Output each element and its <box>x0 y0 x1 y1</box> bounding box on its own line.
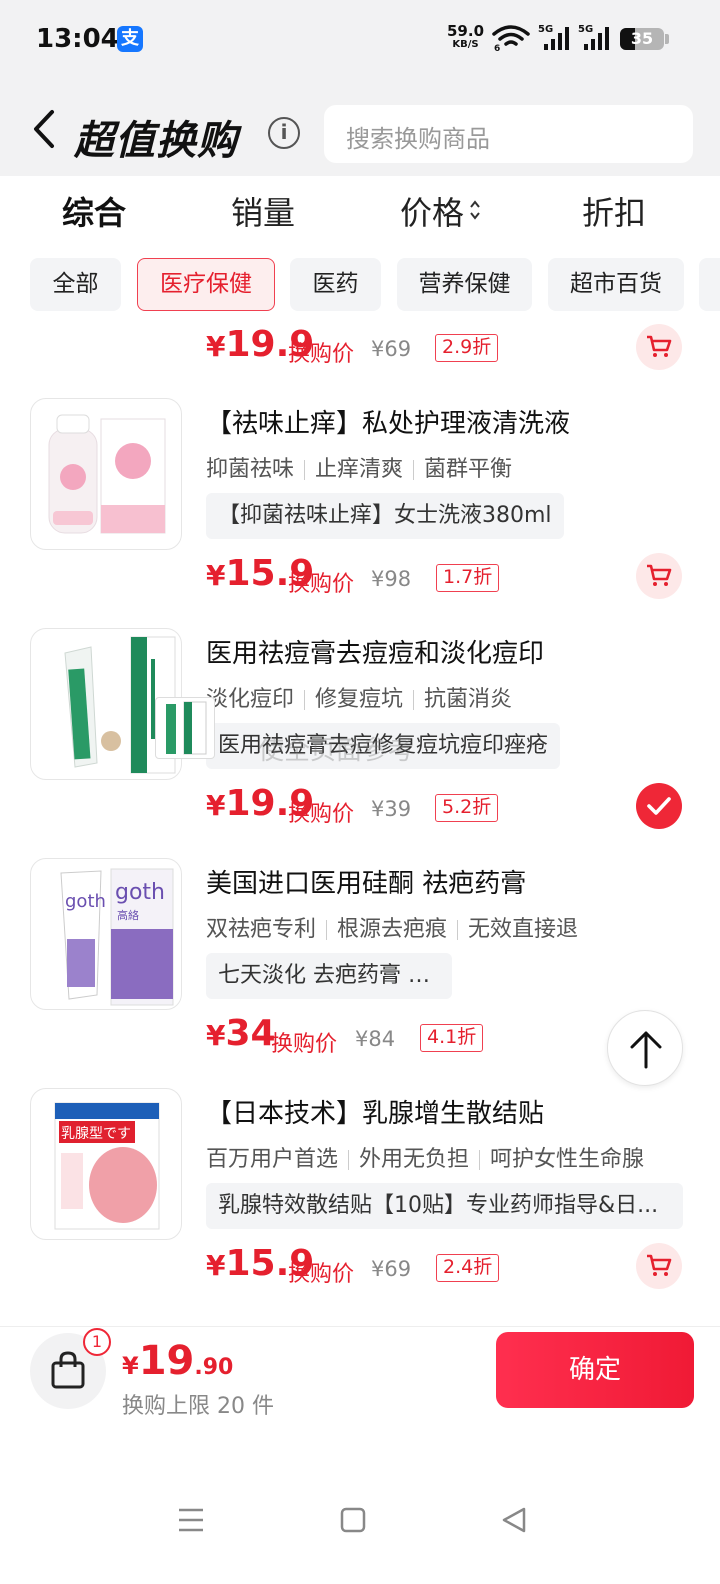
price-label: 换购价 <box>288 342 355 367</box>
original-price: ¥39 <box>371 797 412 821</box>
patch-text: 乳腺型です <box>61 1126 131 1142</box>
cart-count-badge: 1 <box>83 1328 111 1356</box>
product-image[interactable] <box>30 398 182 550</box>
back-nav-icon[interactable] <box>500 1506 528 1534</box>
discount-badge: 1.7折 <box>436 564 500 592</box>
product-title[interactable]: 【祛味止痒】私处护理液清洗液 <box>206 403 570 440</box>
price-label: 换购价 <box>271 1032 338 1057</box>
cart-icon <box>647 335 672 357</box>
product-price: ¥34 <box>206 1013 276 1054</box>
brand-text: goth <box>115 880 165 905</box>
product-title[interactable]: 【日本技术】乳腺增生散结贴 <box>206 1093 544 1130</box>
network-speed: 59.0 KB/S <box>447 22 485 51</box>
signal-icon-1: 5G <box>538 24 572 56</box>
add-to-cart-button[interactable] <box>636 553 682 599</box>
signal-icon-2: 5G <box>578 24 612 56</box>
system-nav-bar <box>0 1426 720 1584</box>
product-title[interactable]: 医用祛痘膏去痘痘和淡化痘印 <box>206 633 544 670</box>
price-label: 换购价 <box>288 802 355 827</box>
product-tags: 双祛疤专利 根源去疤痕 无效直接退 <box>206 917 579 942</box>
status-time: 13:04 <box>36 24 119 54</box>
check-icon <box>647 797 671 815</box>
product-image[interactable]: goth 高絡 goth <box>30 858 182 1010</box>
discount-badge: 4.1折 <box>420 1024 484 1052</box>
battery-cap <box>665 34 669 44</box>
original-price: ¥69 <box>371 1257 412 1281</box>
product-desc: 乳腺特效散结贴【10贴】专业药师指导&日... <box>206 1183 683 1229</box>
add-to-cart-button[interactable] <box>636 1243 682 1289</box>
chip-all[interactable]: 全部 <box>30 258 121 311</box>
product-image[interactable]: 乳腺型です <box>30 1088 182 1240</box>
info-icon[interactable]: i <box>268 117 300 149</box>
selected-check-button[interactable] <box>636 783 682 829</box>
chip-supermarket[interactable]: 超市百货 <box>548 258 684 311</box>
back-arrow-icon[interactable] <box>30 108 58 150</box>
battery-icon: 35 <box>620 28 664 50</box>
tab-discount[interactable]: 折扣 <box>582 188 646 234</box>
discount-badge: 5.2折 <box>435 794 499 822</box>
page-title: 超值换购 <box>74 118 238 164</box>
discount-badge: 2.9折 <box>435 334 499 362</box>
chip-medical-care[interactable]: 医疗保健 <box>137 258 275 311</box>
chip-nutrition[interactable]: 营养保健 <box>397 258 532 311</box>
add-to-cart-button[interactable] <box>636 324 682 370</box>
chip-more[interactable] <box>699 258 720 311</box>
original-price: ¥69 <box>371 337 412 361</box>
arrow-up-icon <box>630 1031 662 1069</box>
product-desc: 七天淡化 去疤药膏 1支 <box>206 953 452 999</box>
brand-cn-text: 高絡 <box>117 908 139 922</box>
search-input[interactable]: 搜索换购商品 <box>324 105 693 163</box>
wifi-icon: 6 <box>492 25 530 52</box>
product-tags: 抑菌祛味 止痒清爽 菌群平衡 <box>206 457 513 482</box>
tab-sales[interactable]: 销量 <box>231 188 295 234</box>
wifi-num: 6 <box>494 44 500 52</box>
product-tags: 淡化痘印 修复痘坑 抗菌消炎 <box>206 687 513 712</box>
brand-text: goth <box>65 891 106 912</box>
sort-arrows-icon <box>470 200 480 220</box>
original-price: ¥98 <box>371 567 412 591</box>
product-title[interactable]: 美国进口医用硅酮 祛疤药膏 <box>206 863 526 900</box>
product-desc: 【抑菌祛味止痒】女士洗液380ml <box>206 493 564 539</box>
cart-icon <box>647 564 672 586</box>
price-label: 换购价 <box>288 1262 355 1287</box>
alipay-icon: 支 <box>117 26 143 52</box>
original-price: ¥84 <box>355 1027 396 1051</box>
back-to-top-button[interactable] <box>607 1010 683 1086</box>
confirm-button[interactable]: 确定 <box>496 1332 694 1408</box>
product-tags: 百万用户首选 外用无负担 呵护女性生命腺 <box>206 1147 645 1172</box>
cart-icon <box>647 1254 672 1276</box>
price-label: 换购价 <box>288 572 355 597</box>
home-icon[interactable] <box>339 1506 367 1534</box>
total-price: ¥19.90 <box>122 1338 234 1384</box>
tab-comprehensive[interactable]: 综合 <box>62 188 126 234</box>
chip-medicine[interactable]: 医药 <box>290 258 381 311</box>
tab-price[interactable]: 价格 <box>400 188 464 234</box>
menu-icon[interactable] <box>177 1506 205 1534</box>
discount-badge: 2.4折 <box>436 1254 500 1282</box>
floating-thumbnail[interactable] <box>155 697 215 759</box>
shopping-bag-icon <box>51 1351 85 1389</box>
watermark-text: 使全页面参考 <box>258 736 415 766</box>
purchase-limit: 换购上限 20 件 <box>122 1394 274 1419</box>
